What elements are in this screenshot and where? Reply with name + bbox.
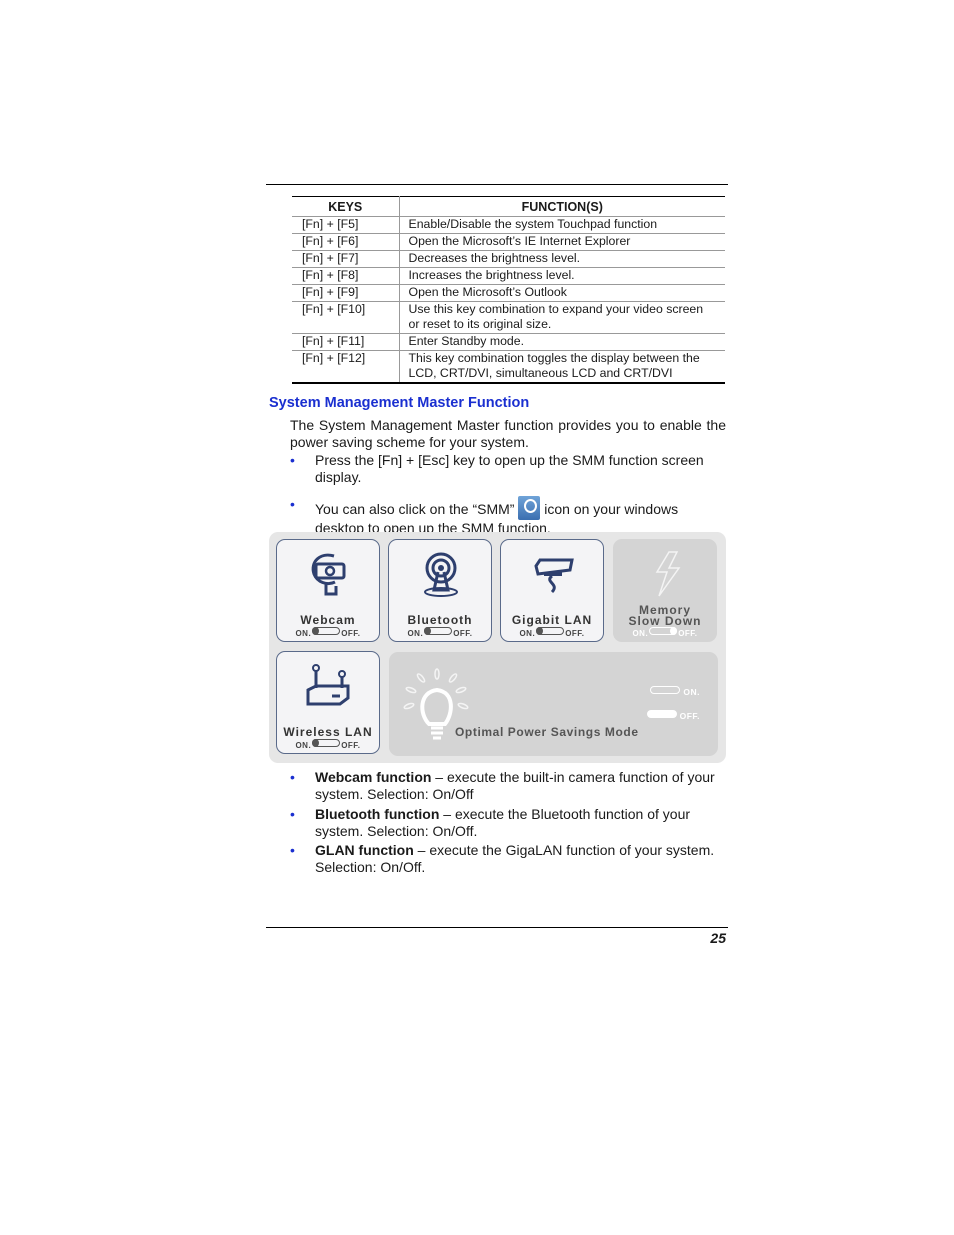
footer-rule xyxy=(266,927,728,928)
bullet-text: You can also click on the “SMM” icon on … xyxy=(315,496,726,537)
toggle-on-label: ON. xyxy=(407,629,424,638)
smm-icon xyxy=(518,496,541,520)
webcam-toggle[interactable]: ON. OFF. xyxy=(277,627,379,638)
table-row: [Fn] + [F5] Enable/Disable the system Tou… xyxy=(292,216,725,234)
on-option-indicator xyxy=(650,686,681,694)
bullet-dot: • xyxy=(290,452,295,468)
bullet-dot: • xyxy=(290,806,295,822)
key-cell: [Fn] + [F11] xyxy=(292,333,400,351)
webcam-tile[interactable]: Webcam ON. OFF. xyxy=(276,539,380,642)
bullet-item: • Bluetooth function – execute the Bluet… xyxy=(290,806,726,840)
functions-header: FUNCTION(S) xyxy=(399,196,725,217)
key-cell: [Fn] + [F9] xyxy=(292,284,400,302)
function-keys-table: KEYS FUNCTION(S) [Fn] + [F5] Enable/Disab… xyxy=(292,196,725,384)
table-row: [Fn] + [F12] This key combination toggles… xyxy=(292,350,725,384)
toggle-off-label: OFF. xyxy=(453,629,473,638)
on-option-label: ON. xyxy=(683,687,700,697)
bullet-bold-term: Bluetooth function xyxy=(315,806,440,822)
off-option-indicator xyxy=(646,710,677,718)
toggle-switch[interactable] xyxy=(312,739,341,747)
wireless-router-icon xyxy=(306,664,350,706)
toggle-off-label: OFF. xyxy=(565,629,585,638)
bullet-item: • Webcam function – execute the built-in… xyxy=(290,769,726,803)
table-row: [Fn] + [F8] Increases the brightness leve… xyxy=(292,267,725,285)
wireless-lan-toggle[interactable]: ON. OFF. xyxy=(277,739,379,750)
smm-panel: Webcam ON. OFF. Bluetooth ON. OFF. Gigabit… xyxy=(269,532,726,763)
wireless-lan-tile[interactable]: Wireless LAN ON. OFF. xyxy=(276,651,380,754)
bullet-dot: • xyxy=(290,769,295,785)
memory-slow-down-toggle[interactable]: ON. OFF. xyxy=(614,627,716,638)
key-cell: [Fn] + [F7] xyxy=(292,250,400,268)
function-cell: Open the Microsoft’s Outlook xyxy=(399,284,725,302)
toggle-on-label: ON. xyxy=(519,629,536,638)
bluetooth-label: Bluetooth xyxy=(407,613,473,627)
bluetooth-icon xyxy=(424,552,458,597)
table-header-row: KEYS FUNCTION(S) xyxy=(292,196,725,217)
bullet-bold-term: GLAN function xyxy=(315,842,414,858)
bullet-item: • Press the [Fn] + [Esc] key to open up … xyxy=(290,452,726,486)
memory-slow-down-label: Memory Slow Down xyxy=(614,604,716,628)
power-mode-on-option[interactable]: ON. xyxy=(650,686,700,697)
table-row: [Fn] + [F9] Open the Microsoft’s Outlook xyxy=(292,284,725,302)
lightning-icon xyxy=(655,551,681,597)
table-row: [Fn] + [F6] Open the Microsoft’s IE Inter… xyxy=(292,233,725,251)
bullet-text: Press the [Fn] + [Esc] key to open up th… xyxy=(315,452,704,485)
webcam-label: Webcam xyxy=(300,613,356,627)
toggle-off-label: OFF. xyxy=(341,741,361,750)
off-option-label: OFF. xyxy=(679,711,700,721)
function-cell: Enable/Disable the system Touchpad funct… xyxy=(399,216,725,234)
function-cell: Decreases the brightness level. xyxy=(399,250,725,268)
toggle-switch[interactable] xyxy=(312,627,341,635)
gigabit-lan-tile[interactable]: Gigabit LAN ON. OFF. xyxy=(500,539,604,642)
function-cell: Enter Standby mode. xyxy=(399,333,725,351)
table-row: [Fn] + [F11] Enter Standby mode. xyxy=(292,333,725,351)
key-cell: [Fn] + [F8] xyxy=(292,267,400,285)
bullet-item: • GLAN function – execute the GigaLAN fu… xyxy=(290,842,726,876)
bullet-text: Webcam function – execute the built-in c… xyxy=(315,769,726,803)
bullet-text: GLAN function – execute the GigaLAN func… xyxy=(315,842,726,876)
table-row: [Fn] + [F7] Decreases the brightness leve… xyxy=(292,250,725,268)
label-line-2: Slow Down xyxy=(628,614,702,628)
header-rule xyxy=(266,184,728,185)
webcam-icon xyxy=(311,553,346,596)
key-cell: [Fn] + [F10] xyxy=(292,301,400,334)
key-cell: [Fn] + [F6] xyxy=(292,233,400,251)
table-row: [Fn] + [F10] Use this key combination to … xyxy=(292,301,725,334)
gigabit-lan-icon xyxy=(534,558,574,594)
toggle-on-label: ON. xyxy=(295,741,312,750)
bullet-text-before: You can also click on the “SMM” xyxy=(315,501,519,517)
section-heading: System Management Master Function xyxy=(269,395,530,411)
power-savings-mode-tile[interactable]: Optimal Power Savings Mode ON. OFF. xyxy=(389,652,718,756)
toggle-off-label: OFF. xyxy=(341,629,361,638)
gigabit-lan-toggle[interactable]: ON. OFF. xyxy=(501,627,603,638)
bullet-dot: • xyxy=(290,842,295,858)
memory-slow-down-tile[interactable]: Memory Slow Down ON. OFF. xyxy=(613,539,717,642)
bluetooth-toggle[interactable]: ON. OFF. xyxy=(389,627,491,638)
power-mode-off-option[interactable]: OFF. xyxy=(646,710,700,721)
bullet-item: • You can also click on the “SMM” icon o… xyxy=(290,496,726,537)
function-cell: This key combination toggles the display… xyxy=(399,350,725,384)
function-cell: Open the Microsoft’s IE Internet Explore… xyxy=(399,233,725,251)
toggle-off-label: OFF. xyxy=(678,629,698,638)
function-cell: Use this key combination to expand your … xyxy=(399,301,725,334)
bullet-text: Bluetooth function – execute the Bluetoo… xyxy=(315,806,726,840)
toggle-switch[interactable] xyxy=(649,627,678,635)
toggle-on-label: ON. xyxy=(632,629,649,638)
key-cell: [Fn] + [F5] xyxy=(292,216,400,234)
bullet-dot: • xyxy=(290,496,295,512)
toggle-switch[interactable] xyxy=(536,627,565,635)
power-savings-mode-label: Optimal Power Savings Mode xyxy=(455,725,639,739)
bullet-bold-term: Webcam function xyxy=(315,769,432,785)
keys-header: KEYS xyxy=(292,196,400,217)
toggle-on-label: ON. xyxy=(295,629,312,638)
page-number: 25 xyxy=(710,930,726,946)
toggle-switch[interactable] xyxy=(424,627,453,635)
bluetooth-tile[interactable]: Bluetooth ON. OFF. xyxy=(388,539,492,642)
wireless-lan-label: Wireless LAN xyxy=(283,725,373,739)
gigabit-lan-label: Gigabit LAN xyxy=(511,613,593,627)
key-cell: [Fn] + [F12] xyxy=(292,350,400,384)
function-cell: Increases the brightness level. xyxy=(399,267,725,285)
intro-paragraph: The System Management Master function pr… xyxy=(290,417,726,450)
